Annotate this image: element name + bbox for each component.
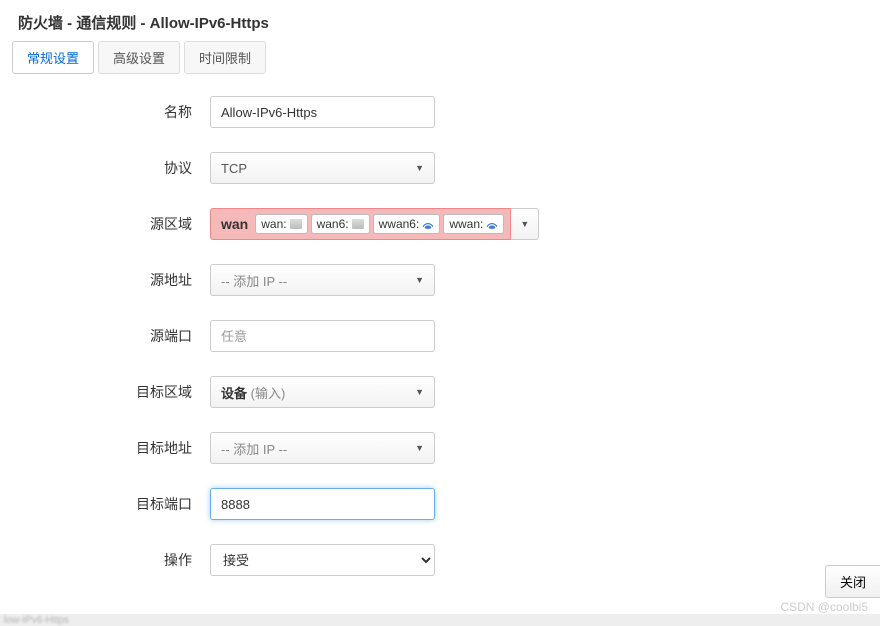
src-zone-name: wan: [217, 216, 252, 232]
row-src-addr: 源地址 -- 添加 IP -- ▼: [0, 264, 880, 296]
label-name: 名称: [0, 102, 210, 122]
src-zone-dropdown[interactable]: ▼: [511, 208, 539, 240]
row-protocol: 协议 TCP ▼: [0, 152, 880, 184]
action-select[interactable]: 接受: [210, 544, 435, 576]
tabs-bar: 常规设置 高级设置 时间限制: [0, 41, 880, 74]
page-title: 防火墙 - 通信规则 - Allow-IPv6-Https: [18, 12, 862, 33]
dest-zone-value: 设备: [221, 386, 247, 401]
row-name: 名称: [0, 96, 880, 128]
wifi-icon: [422, 219, 434, 229]
row-dest-port: 目标端口: [0, 488, 880, 520]
chevron-down-icon: ▼: [415, 275, 424, 285]
wifi-icon: [486, 219, 498, 229]
label-src-addr: 源地址: [0, 270, 210, 290]
watermark: CSDN @coolbi5: [780, 600, 868, 614]
dest-port-input[interactable]: [210, 488, 435, 520]
row-src-port: 源端口: [0, 320, 880, 352]
close-button[interactable]: 关闭: [825, 565, 880, 598]
label-dest-zone: 目标区域: [0, 382, 210, 402]
chevron-down-icon: ▼: [415, 443, 424, 453]
tab-time[interactable]: 时间限制: [184, 41, 266, 74]
src-zone-box: wan wan: wan6: wwan6: wwan:: [210, 208, 511, 240]
page-header: 防火墙 - 通信规则 - Allow-IPv6-Https: [0, 0, 880, 41]
zone-chip-wan: wan:: [255, 214, 307, 234]
dest-addr-placeholder: -- 添加 IP --: [221, 439, 287, 458]
row-src-zone: 源区域 wan wan: wan6: wwan6: wwan:: [0, 208, 880, 240]
zone-chip-wwan6: wwan6:: [373, 214, 441, 234]
form-body: 名称 协议 TCP ▼ 源区域 wan wan: wan6:: [0, 74, 880, 576]
src-port-input[interactable]: [210, 320, 435, 352]
row-dest-zone: 目标区域 设备 (输入) ▼: [0, 376, 880, 408]
dest-zone-select[interactable]: 设备 (输入) ▼: [210, 376, 435, 408]
label-dest-port: 目标端口: [0, 494, 210, 514]
chevron-down-icon: ▼: [415, 163, 424, 173]
label-dest-addr: 目标地址: [0, 438, 210, 458]
background-strip: low-IPv6-Https: [0, 614, 880, 626]
ethernet-icon: [352, 219, 364, 229]
row-dest-addr: 目标地址 -- 添加 IP -- ▼: [0, 432, 880, 464]
zone-chip-wan6: wan6:: [311, 214, 370, 234]
protocol-select[interactable]: TCP ▼: [210, 152, 435, 184]
dest-addr-select[interactable]: -- 添加 IP -- ▼: [210, 432, 435, 464]
zone-chip-wwan: wwan:: [443, 214, 504, 234]
label-src-port: 源端口: [0, 326, 210, 346]
src-addr-placeholder: -- 添加 IP --: [221, 271, 287, 290]
label-action: 操作: [0, 550, 210, 570]
label-protocol: 协议: [0, 158, 210, 178]
chevron-down-icon: ▼: [520, 219, 529, 229]
row-action: 操作 接受: [0, 544, 880, 576]
tab-general[interactable]: 常规设置: [12, 41, 94, 74]
tab-advanced[interactable]: 高级设置: [98, 41, 180, 74]
name-input[interactable]: [210, 96, 435, 128]
chevron-down-icon: ▼: [415, 387, 424, 397]
protocol-value: TCP: [221, 161, 247, 176]
src-addr-select[interactable]: -- 添加 IP -- ▼: [210, 264, 435, 296]
ethernet-icon: [290, 219, 302, 229]
label-src-zone: 源区域: [0, 214, 210, 234]
dest-zone-suffix: (输入): [251, 386, 286, 401]
